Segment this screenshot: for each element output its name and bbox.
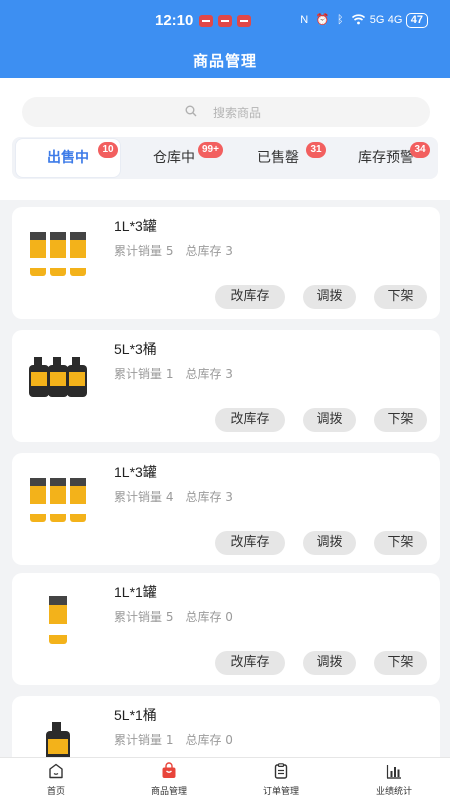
notification-icon xyxy=(237,15,251,27)
nav-item-home[interactable]: 首页 xyxy=(11,762,101,797)
page-title: 商品管理 xyxy=(192,52,257,70)
transfer-button[interactable]: 调拨 xyxy=(303,531,356,555)
tab-label: 仓库中 xyxy=(153,150,195,166)
transfer-button[interactable]: 调拨 xyxy=(303,408,356,432)
nav-label: 业绩统计 xyxy=(375,787,412,797)
off-shelf-button[interactable]: 下架 xyxy=(374,408,427,432)
product-stock: 总库存 3 xyxy=(185,490,233,504)
product-image xyxy=(49,596,67,644)
product-name: 1L*3罐 xyxy=(114,464,157,480)
product-sales: 累计销量 1 xyxy=(114,733,174,747)
bottom-nav: 首页 商品管理 订单管理 业绩统计 xyxy=(0,757,450,800)
off-shelf-button[interactable]: 下架 xyxy=(374,285,427,309)
product-image xyxy=(30,478,86,522)
product-name: 5L*3桶 xyxy=(114,341,157,357)
product-stock: 总库存 0 xyxy=(185,610,233,624)
product-stock: 总库存 3 xyxy=(185,367,233,381)
nav-label: 首页 xyxy=(46,787,65,797)
change-stock-button[interactable]: 改库存 xyxy=(215,285,285,309)
off-shelf-button[interactable]: 下架 xyxy=(374,651,427,675)
clipboard-icon xyxy=(274,763,288,779)
nav-item-product-management[interactable]: 商品管理 xyxy=(124,762,214,797)
nav-label: 商品管理 xyxy=(150,787,187,797)
product-stats: 累计销量 5 总库存 3 xyxy=(114,242,233,259)
product-card[interactable]: 1L*3罐 累计销量 5 总库存 3 改库存 调拨 下架 xyxy=(12,207,440,319)
wifi-icon xyxy=(351,14,365,27)
nav-label: 订单管理 xyxy=(262,787,299,797)
network-5g-label: 5G xyxy=(369,14,385,26)
tab-badge: 99+ xyxy=(198,142,223,158)
product-name: 5L*1桶 xyxy=(114,707,157,723)
tab-label: 库存预警 xyxy=(358,150,414,166)
product-card[interactable]: 5L*3桶 累计销量 1 总库存 3 改库存 调拨 下架 xyxy=(12,330,440,442)
off-shelf-button[interactable]: 下架 xyxy=(374,531,427,555)
product-stats: 累计销量 1 总库存 3 xyxy=(114,365,233,382)
tab-badge: 10 xyxy=(98,142,118,158)
tab-label: 已售罄 xyxy=(257,150,299,166)
signal-4g-label: 4G xyxy=(387,14,403,26)
product-stats: 累计销量 1 总库存 0 xyxy=(114,731,233,748)
status-time: 12:10 xyxy=(155,12,194,29)
app-header: 12:10 N ⏰ ᛒ 5G 4G 47 商品管理 xyxy=(0,0,450,78)
top-panel: 搜索商品 出售中 10 仓库中 99+ 已售罄 31 库存预警 34 xyxy=(0,78,450,200)
system-icons: N ⏰ ᛒ 5G 4G 47 xyxy=(298,13,428,28)
change-stock-button[interactable]: 改库存 xyxy=(215,531,285,555)
product-stock: 总库存 0 xyxy=(185,733,233,747)
notification-icon xyxy=(218,15,232,27)
search-placeholder: 搜索商品 xyxy=(213,106,262,120)
nfc-icon: N xyxy=(300,14,309,26)
notification-icons xyxy=(199,15,251,27)
nav-item-performance-stats[interactable]: 业绩统计 xyxy=(349,762,439,797)
product-stats: 累计销量 4 总库存 3 xyxy=(114,488,233,505)
status-bar: 12:10 N ⏰ ᛒ 5G 4G 47 xyxy=(0,0,450,40)
tab-badge: 31 xyxy=(306,142,326,158)
transfer-button[interactable]: 调拨 xyxy=(303,651,356,675)
product-image xyxy=(30,232,86,276)
product-sales: 累计销量 1 xyxy=(114,367,174,381)
nav-item-order-management[interactable]: 订单管理 xyxy=(236,762,326,797)
notification-icon xyxy=(199,15,213,27)
search-input[interactable]: 搜索商品 xyxy=(22,97,430,127)
product-card[interactable]: 1L*1罐 累计销量 5 总库存 0 改库存 调拨 下架 xyxy=(12,573,440,685)
change-stock-button[interactable]: 改库存 xyxy=(215,408,285,432)
product-sales: 累计销量 4 xyxy=(114,490,174,504)
product-stats: 累计销量 5 总库存 0 xyxy=(114,608,233,625)
alarm-icon: ⏰ xyxy=(315,14,330,26)
tab-bar: 出售中 10 仓库中 99+ 已售罄 31 库存预警 34 xyxy=(12,137,438,179)
search-icon xyxy=(185,105,197,117)
shopping-bag-icon xyxy=(162,762,176,778)
product-card[interactable]: 1L*3罐 累计销量 4 总库存 3 改库存 调拨 下架 xyxy=(12,453,440,565)
home-icon xyxy=(49,763,63,779)
bluetooth-icon: ᛒ xyxy=(336,14,344,26)
product-name: 1L*3罐 xyxy=(114,218,157,234)
battery-icon: 47 xyxy=(405,13,428,28)
product-stock: 总库存 3 xyxy=(185,244,233,258)
product-name: 1L*1罐 xyxy=(114,584,157,600)
product-sales: 累计销量 5 xyxy=(114,610,174,624)
tab-badge: 34 xyxy=(410,142,430,158)
bar-chart-icon xyxy=(386,765,401,779)
product-image xyxy=(29,357,87,397)
transfer-button[interactable]: 调拨 xyxy=(303,285,356,309)
product-sales: 累计销量 5 xyxy=(114,244,174,258)
change-stock-button[interactable]: 改库存 xyxy=(215,651,285,675)
tab-label: 出售中 xyxy=(47,150,89,166)
